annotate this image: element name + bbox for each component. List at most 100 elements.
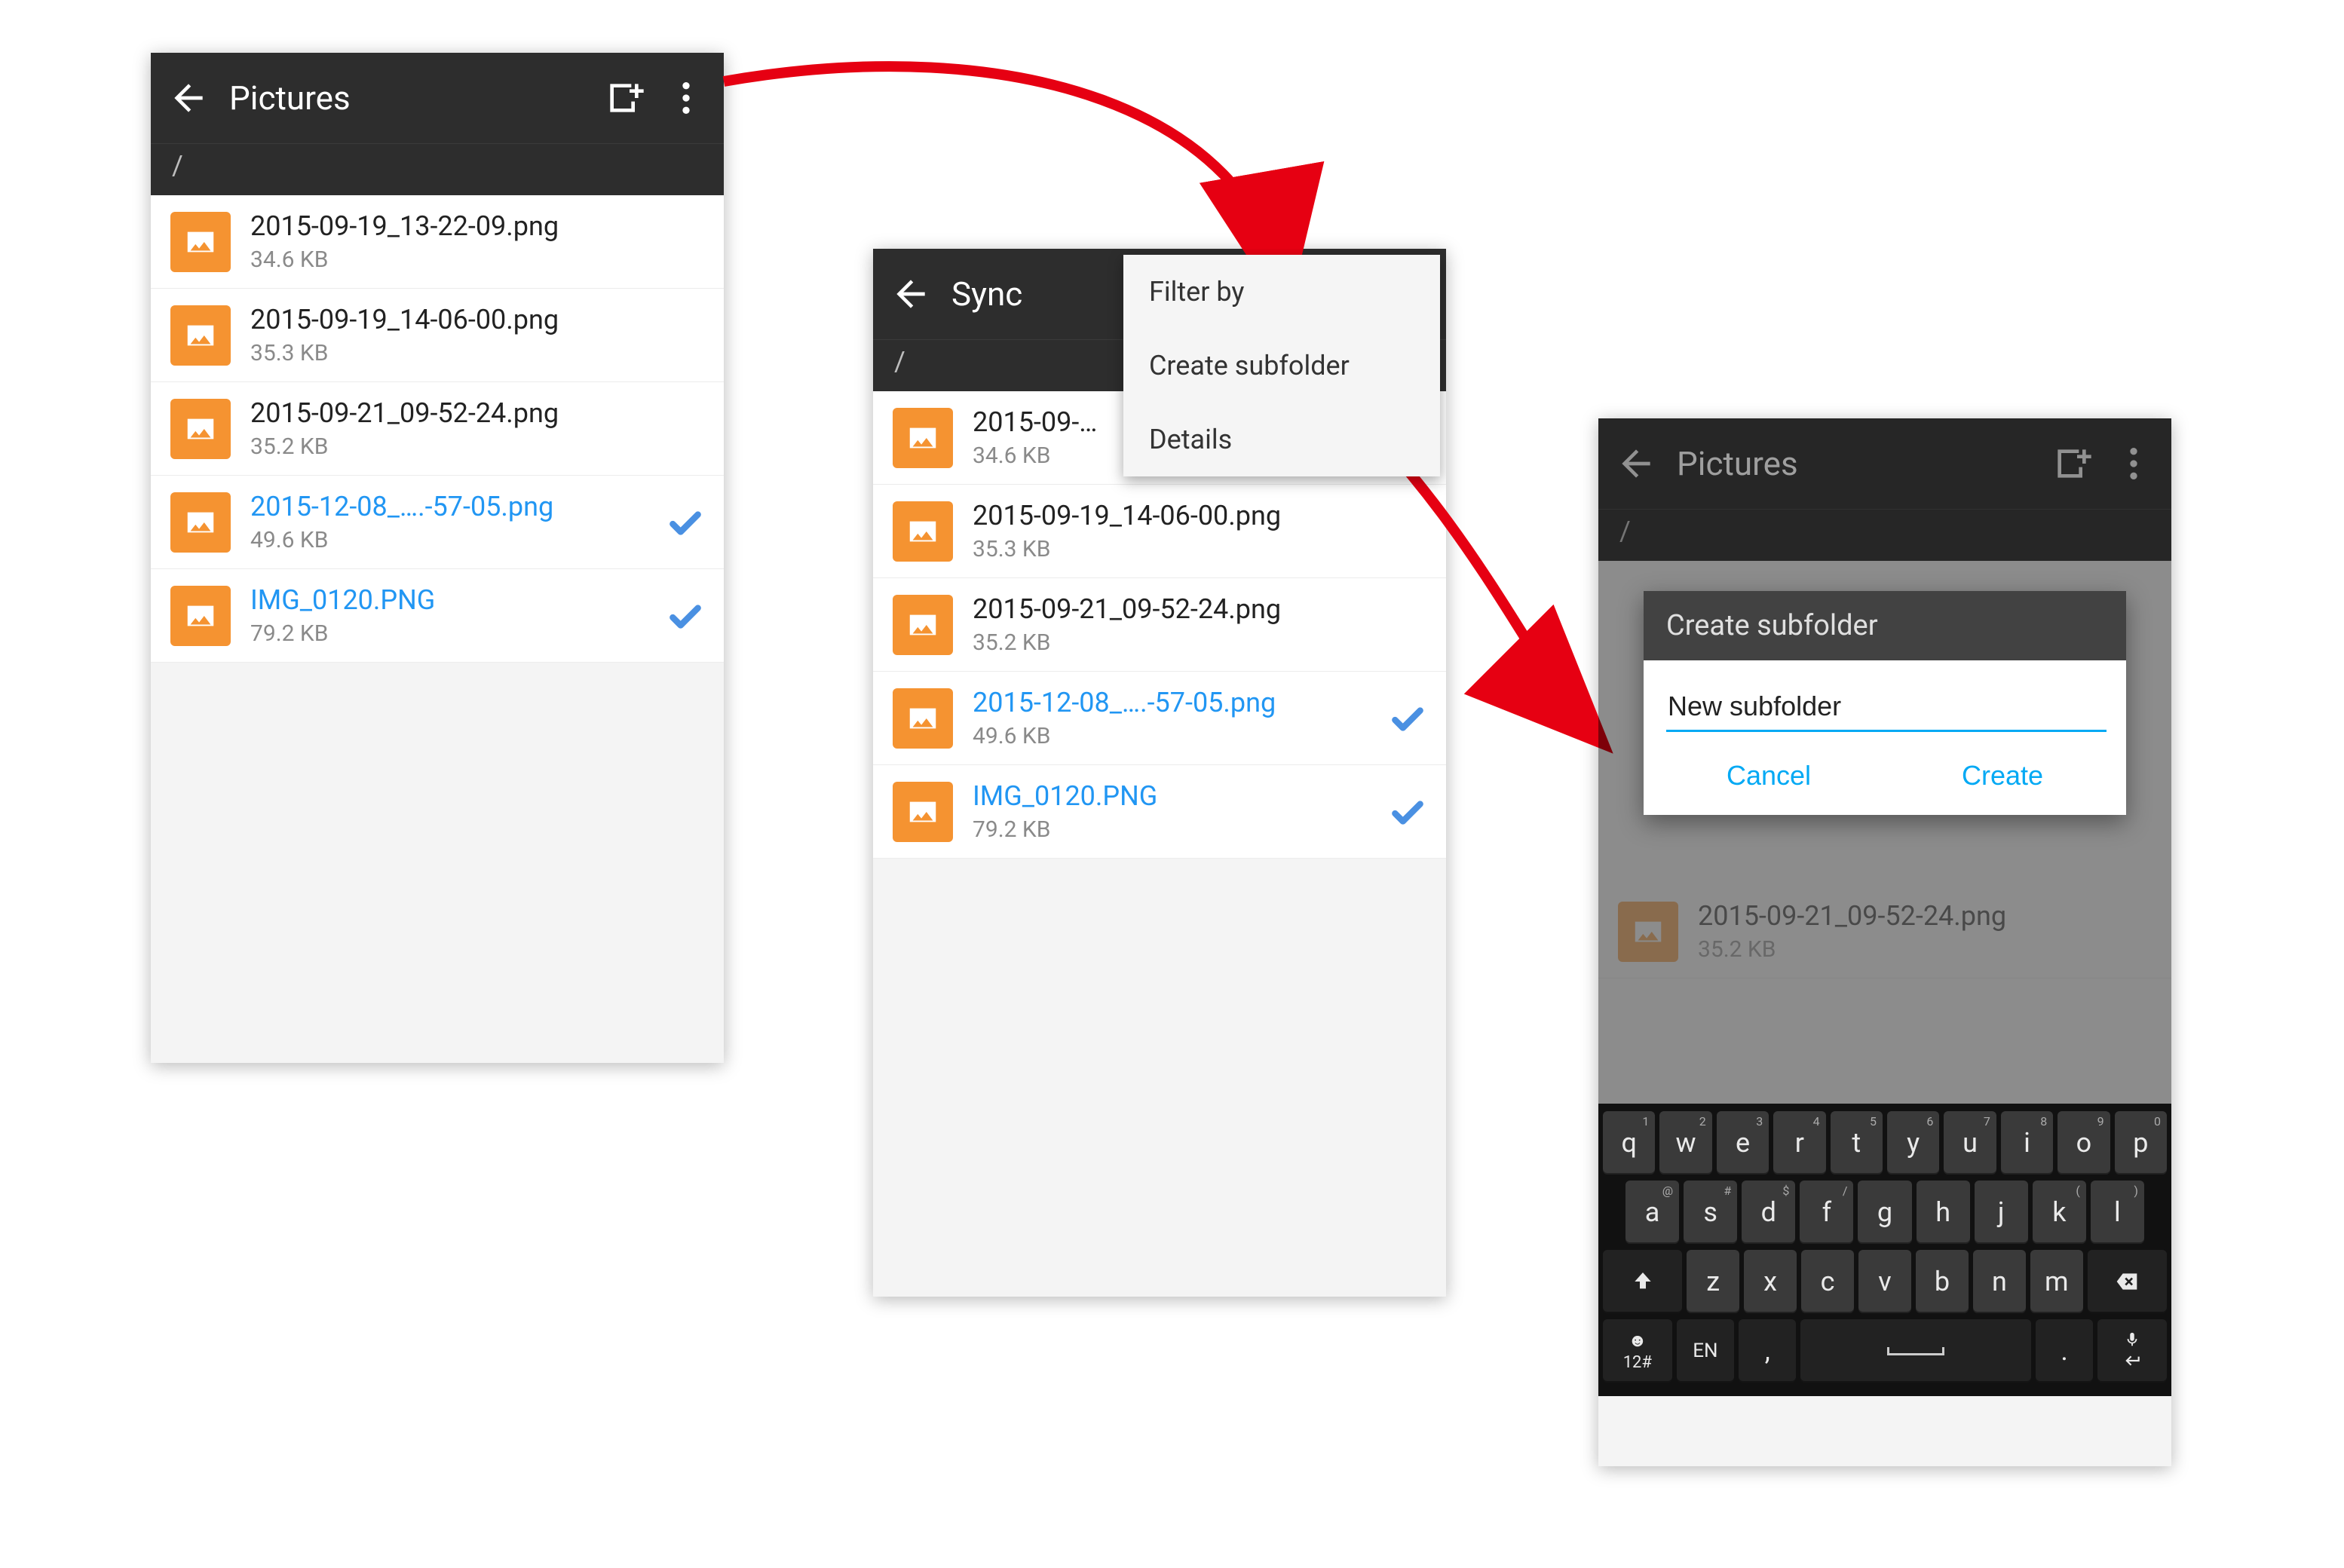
- menu-item-filter[interactable]: Filter by: [1123, 255, 1440, 329]
- subfolder-name-input[interactable]: [1666, 686, 2107, 732]
- key-i[interactable]: 8i: [2001, 1111, 2053, 1174]
- key-c[interactable]: c: [1801, 1250, 1854, 1313]
- key-j[interactable]: j: [1975, 1181, 2028, 1244]
- list-item[interactable]: 2015-12-08_….-57-05.png 49.6 KB: [873, 672, 1446, 765]
- key-x[interactable]: x: [1744, 1250, 1797, 1313]
- key-d[interactable]: $d: [1742, 1181, 1795, 1244]
- backspace-key[interactable]: [2088, 1250, 2167, 1313]
- list-item[interactable]: 2015-12-08_….-57-05.png 49.6 KB: [151, 476, 724, 569]
- key-e[interactable]: 3e: [1717, 1111, 1769, 1174]
- key-n[interactable]: n: [1973, 1250, 2026, 1313]
- file-name: 2015-09-19_14-06-00.png: [250, 304, 704, 335]
- image-thumb-icon: [893, 688, 953, 749]
- image-thumb-icon: [170, 212, 231, 272]
- phone-2: Sync / 2015-09-…34.6 KB2015-09-19_14-06-…: [873, 249, 1446, 1297]
- key-h[interactable]: h: [1917, 1181, 1970, 1244]
- key-q[interactable]: 1q: [1603, 1111, 1655, 1174]
- key-s[interactable]: #s: [1684, 1181, 1737, 1244]
- overflow-popup-menu: Filter by Create subfolder Details: [1123, 255, 1440, 476]
- file-name: IMG_0120.PNG: [250, 584, 647, 616]
- list-item[interactable]: 2015-09-19_14-06-00.png 35.3 KB: [873, 485, 1446, 578]
- key-m[interactable]: m: [2030, 1250, 2083, 1313]
- list-item[interactable]: 2015-09-21_09-52-24.png 35.2 KB: [151, 382, 724, 476]
- space-key[interactable]: [1800, 1319, 2031, 1383]
- back-icon[interactable]: [1615, 443, 1657, 485]
- key-f[interactable]: /f: [1800, 1181, 1853, 1244]
- comma-key[interactable]: ,: [1739, 1319, 1796, 1383]
- image-thumb-icon: [893, 595, 953, 655]
- key-a[interactable]: @a: [1625, 1181, 1679, 1244]
- appbar: Pictures: [151, 53, 724, 143]
- file-name: 2015-12-08_….-57-05.png: [250, 491, 647, 522]
- language-key[interactable]: EN: [1677, 1319, 1734, 1383]
- file-name: 2015-09-19_14-06-00.png: [973, 500, 1426, 531]
- key-o[interactable]: 9o: [2058, 1111, 2110, 1174]
- new-note-icon[interactable]: [603, 77, 645, 119]
- breadcrumb[interactable]: /: [1598, 509, 2171, 561]
- synced-check-icon: [666, 504, 704, 541]
- file-size: 35.3 KB: [250, 340, 704, 366]
- image-thumb-icon: [170, 492, 231, 553]
- cancel-button[interactable]: Cancel: [1722, 759, 1815, 792]
- image-thumb-icon: [893, 408, 953, 468]
- key-u[interactable]: 7u: [1944, 1111, 1996, 1174]
- image-thumb-icon: [170, 399, 231, 459]
- key-g[interactable]: g: [1858, 1181, 1911, 1244]
- key-k[interactable]: (k: [2033, 1181, 2086, 1244]
- synced-check-icon: [1389, 700, 1426, 737]
- image-thumb-icon: [170, 586, 231, 646]
- dialog-title: Create subfolder: [1644, 591, 2126, 660]
- overflow-menu-icon[interactable]: [665, 77, 707, 119]
- synced-check-icon: [1389, 793, 1426, 831]
- key-p[interactable]: 0p: [2115, 1111, 2167, 1174]
- key-l[interactable]: )l: [2091, 1181, 2144, 1244]
- new-note-icon[interactable]: [2051, 443, 2093, 485]
- key-w[interactable]: 2w: [1659, 1111, 1711, 1174]
- back-icon[interactable]: [167, 77, 210, 119]
- mic-enter-key[interactable]: [2097, 1319, 2167, 1383]
- list-item[interactable]: IMG_0120.PNG 79.2 KB: [151, 569, 724, 663]
- image-thumb-icon: [893, 501, 953, 562]
- list-item[interactable]: 2015-09-21_09-52-24.png 35.2 KB: [873, 578, 1446, 672]
- key-b[interactable]: b: [1916, 1250, 1969, 1313]
- back-icon[interactable]: [890, 273, 932, 315]
- list-item[interactable]: 2015-09-19_13-22-09.png 34.6 KB: [151, 195, 724, 289]
- list-item[interactable]: IMG_0120.PNG79.2 KB: [873, 765, 1446, 859]
- key-y[interactable]: 6y: [1887, 1111, 1939, 1174]
- emoji-sym-key[interactable]: ☻ 12#: [1603, 1319, 1672, 1383]
- appbar-title: Pictures: [229, 78, 584, 118]
- key-r[interactable]: 4r: [1773, 1111, 1825, 1174]
- breadcrumb[interactable]: /: [151, 143, 724, 195]
- phone-1: Pictures / 2015-09-19_13-22-09.png 34.6 K…: [151, 53, 724, 1063]
- phone-3: Pictures / 2015-09-21_09-52-24.png 35.2 …: [1598, 418, 2171, 1466]
- file-name: 2015-12-08_….-57-05.png: [973, 687, 1369, 718]
- file-size: 35.2 KB: [250, 433, 704, 460]
- list-item[interactable]: 2015-09-19_14-06-00.png 35.3 KB: [151, 289, 724, 382]
- shift-key[interactable]: [1603, 1250, 1682, 1313]
- key-t[interactable]: 5t: [1831, 1111, 1883, 1174]
- image-thumb-icon: [170, 305, 231, 366]
- file-size: 79.2 KB: [250, 620, 647, 647]
- file-size: 35.2 KB: [973, 629, 1426, 656]
- key-v[interactable]: v: [1858, 1250, 1911, 1313]
- file-list: 2015-09-19_13-22-09.png34.6 KB2015-09-19…: [151, 195, 724, 663]
- synced-check-icon: [666, 597, 704, 635]
- file-name: 2015-09-21_09-52-24.png: [250, 397, 704, 429]
- file-name: 2015-09-21_09-52-24.png: [973, 593, 1426, 625]
- on-screen-keyboard: 1q2w3e4r5t6y7u8i9o0p @a#s$d/fghj(k)l zxc…: [1598, 1104, 2171, 1396]
- file-size: 49.6 KB: [250, 527, 647, 553]
- file-size: 34.6 KB: [250, 247, 704, 273]
- appbar: Pictures: [1598, 418, 2171, 509]
- file-size: 79.2 KB: [973, 816, 1369, 843]
- key-z[interactable]: z: [1687, 1250, 1739, 1313]
- file-name: 2015-09-19_13-22-09.png: [250, 210, 704, 242]
- menu-item-create-subfolder[interactable]: Create subfolder: [1123, 329, 1440, 403]
- appbar-title: Pictures: [1677, 444, 2031, 483]
- file-size: 49.6 KB: [973, 723, 1369, 749]
- period-key[interactable]: .: [2036, 1319, 2093, 1383]
- image-thumb-icon: [893, 782, 953, 842]
- create-button[interactable]: Create: [1957, 759, 2048, 792]
- overflow-menu-icon[interactable]: [2113, 443, 2155, 485]
- menu-item-details[interactable]: Details: [1123, 403, 1440, 476]
- file-size: 35.3 KB: [973, 536, 1426, 562]
